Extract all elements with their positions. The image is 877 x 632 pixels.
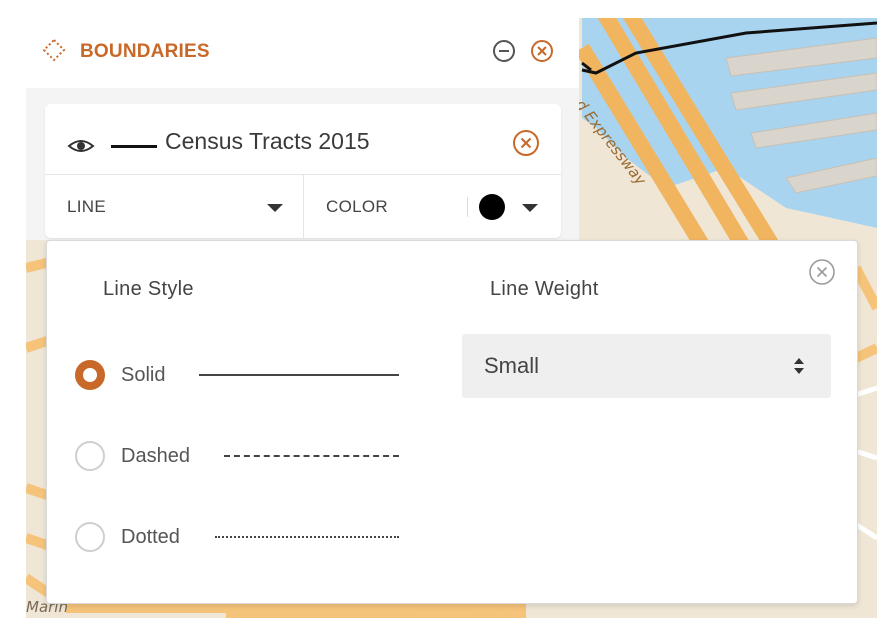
radio-solid[interactable] — [75, 360, 105, 390]
line-weight-heading: Line Weight — [490, 278, 599, 300]
radio-dotted[interactable] — [75, 522, 105, 552]
line-style-option-dashed[interactable]: Dashed — [75, 436, 415, 476]
line-style-option-solid[interactable]: Solid — [75, 355, 415, 395]
dotted-line-preview — [215, 536, 399, 538]
color-swatch — [479, 194, 505, 220]
option-label-solid: Solid — [121, 364, 166, 386]
dashed-line-preview — [224, 455, 399, 457]
close-panel-button[interactable] — [530, 39, 554, 63]
radio-dashed[interactable] — [75, 441, 105, 471]
line-weight-value: Small — [484, 353, 540, 378]
option-label-dashed: Dashed — [121, 445, 190, 467]
panel-title: BOUNDARIES — [80, 41, 210, 62]
line-style-swatch — [111, 145, 157, 148]
solid-line-preview — [199, 374, 399, 376]
color-dropdown-label: COLOR — [326, 197, 388, 216]
boundary-dotted-diamond-icon — [42, 38, 66, 62]
close-popup-button[interactable] — [807, 257, 837, 287]
panel-header: BOUNDARIES — [26, 18, 579, 88]
remove-layer-button[interactable] — [511, 128, 541, 158]
boundaries-panel: BOUNDARIES Census Tracts 2015 LINE COLOR — [26, 18, 579, 240]
option-label-dotted: Dotted — [121, 526, 180, 548]
layer-name: Census Tracts 2015 — [165, 128, 370, 154]
chevron-down-icon — [267, 204, 283, 212]
line-dropdown-label: LINE — [67, 197, 106, 216]
minimize-panel-button[interactable] — [492, 39, 516, 63]
layer-card: Census Tracts 2015 LINE COLOR — [45, 104, 561, 238]
line-style-heading: Line Style — [103, 278, 194, 300]
visibility-eye-icon[interactable] — [67, 136, 95, 156]
sort-arrows-icon — [794, 358, 804, 374]
line-style-option-dotted[interactable]: Dotted — [75, 517, 415, 557]
color-separator — [467, 197, 468, 217]
line-style-popup: Line Style Line Weight Solid Dashed Dott… — [46, 240, 858, 604]
chevron-down-icon — [522, 204, 538, 212]
line-weight-select[interactable]: Small — [462, 334, 831, 398]
line-style-dropdown[interactable]: LINE — [45, 175, 303, 238]
color-dropdown[interactable]: COLOR — [304, 175, 561, 238]
